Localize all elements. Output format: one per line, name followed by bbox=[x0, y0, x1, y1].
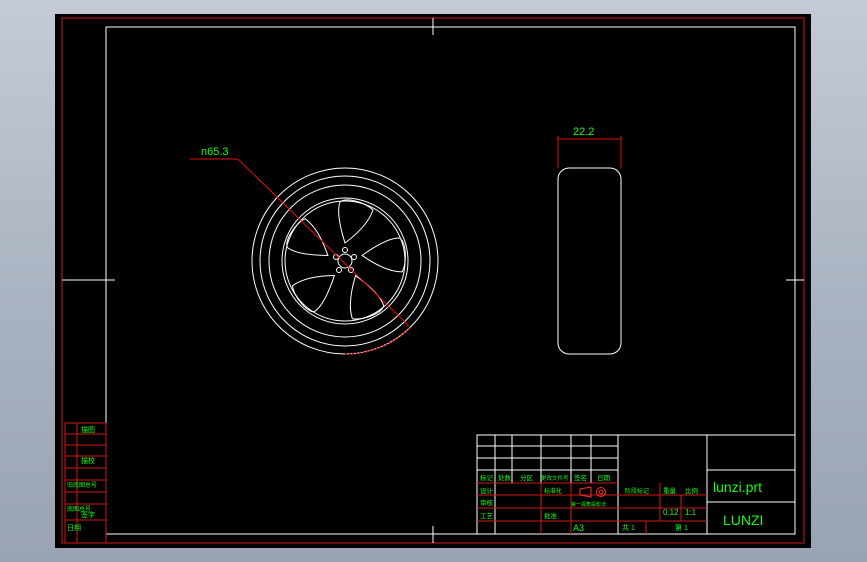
tb-count: 处数 bbox=[498, 473, 512, 482]
spoke-windows bbox=[286, 199, 406, 320]
left-binding-strip: 描图 描校 旧底图总号 底图总号 签字 日期 bbox=[64, 422, 107, 544]
tb-date: 日期 bbox=[597, 474, 611, 482]
tb-change-doc: 更改文件号 bbox=[541, 474, 569, 482]
tb-weight: 重量 bbox=[663, 487, 677, 495]
tb-drawing-name: LUNZI bbox=[723, 512, 763, 528]
tb-mark: 标记 bbox=[480, 473, 494, 482]
drawing-canvas: 描图 描校 旧底图总号 底图总号 签字 日期 n65.3 22.2 标记 处数 … bbox=[61, 17, 805, 544]
tb-sheet-total: 共 1 bbox=[622, 523, 635, 532]
tb-ratio: 比例 bbox=[685, 486, 698, 495]
cad-viewport[interactable]: 描图 描校 旧底图总号 底图总号 签字 日期 n65.3 22.2 标记 处数 … bbox=[55, 14, 811, 548]
outer-frame bbox=[61, 17, 805, 544]
wheel-front-view bbox=[251, 167, 439, 355]
left-item-2: 旧底图总号 bbox=[67, 481, 97, 489]
centering-marks bbox=[62, 18, 804, 543]
tb-file-name: lunzi.prt bbox=[713, 479, 762, 495]
tb-designer: 设计 bbox=[480, 486, 494, 495]
left-item-1: 描校 bbox=[81, 456, 95, 465]
tb-project: 第一视角投影法 bbox=[571, 501, 606, 508]
tb-standardization: 标准化 bbox=[544, 487, 562, 495]
tb-signature: 签名 bbox=[574, 473, 587, 482]
tb-zone: 分区 bbox=[520, 473, 534, 482]
tb-stage-mark: 阶段标记 bbox=[625, 487, 649, 495]
tb-approve: 批准 bbox=[544, 511, 558, 520]
title-block: 标记 处数 分区 更改文件号 签名 日期 设计 标准化 审核 工艺 批准 阶段标… bbox=[476, 434, 796, 535]
inner-frame bbox=[105, 26, 796, 535]
diameter-label: n65.3 bbox=[201, 146, 229, 158]
left-item-4: 签字 bbox=[81, 510, 95, 519]
tb-checker: 审核 bbox=[480, 498, 494, 507]
tb-sheet-size: A3 bbox=[573, 523, 584, 533]
width-label: 22.2 bbox=[573, 126, 594, 138]
left-item-5: 日期 bbox=[67, 524, 81, 532]
left-item-0: 描图 bbox=[81, 425, 95, 434]
tb-scale: 1:1 bbox=[685, 508, 697, 517]
wheel-side-view: 22.2 bbox=[557, 126, 622, 355]
tb-process: 工艺 bbox=[480, 512, 494, 520]
tb-sheet-num: 第 1 bbox=[675, 523, 688, 532]
tb-mass: 0.12 bbox=[663, 508, 679, 517]
